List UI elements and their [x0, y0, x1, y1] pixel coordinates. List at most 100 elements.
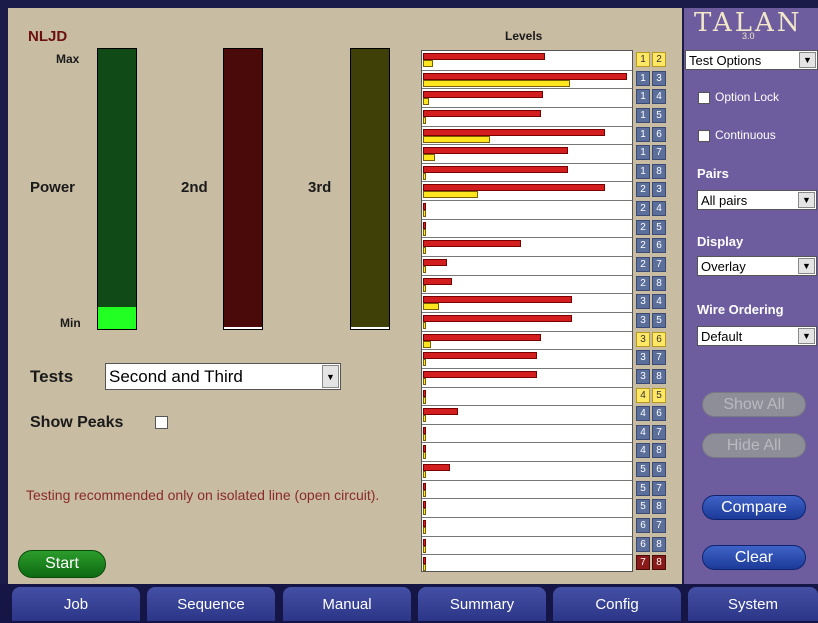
- pair-wire-a[interactable]: 2: [636, 257, 650, 272]
- pair-wire-a[interactable]: 5: [636, 462, 650, 477]
- pair-wire-b[interactable]: 7: [652, 145, 666, 160]
- pair-wire-b[interactable]: 6: [652, 406, 666, 421]
- pair-wire-b[interactable]: 6: [652, 238, 666, 253]
- pair-wire-b[interactable]: 4: [652, 294, 666, 309]
- pair-toggle[interactable]: 28: [636, 276, 666, 291]
- pair-wire-b[interactable]: 5: [652, 220, 666, 235]
- pair-wire-a[interactable]: 4: [636, 406, 650, 421]
- pair-wire-a[interactable]: 4: [636, 425, 650, 440]
- hide-all-button[interactable]: Hide All: [702, 433, 806, 458]
- pair-toggle[interactable]: 34: [636, 294, 666, 309]
- pair-wire-b[interactable]: 2: [652, 52, 666, 67]
- chevron-down-icon[interactable]: ▼: [798, 328, 815, 344]
- pair-wire-b[interactable]: 8: [652, 555, 666, 570]
- pair-wire-a[interactable]: 6: [636, 537, 650, 552]
- pair-toggle[interactable]: 15: [636, 108, 666, 123]
- chevron-down-icon[interactable]: ▼: [798, 258, 815, 274]
- pair-wire-a[interactable]: 6: [636, 518, 650, 533]
- tab-job[interactable]: Job: [12, 587, 140, 621]
- pair-toggle[interactable]: 37: [636, 350, 666, 365]
- pair-wire-a[interactable]: 1: [636, 71, 650, 86]
- show-all-button[interactable]: Show All: [702, 392, 806, 417]
- pair-wire-a[interactable]: 3: [636, 350, 650, 365]
- pair-wire-b[interactable]: 3: [652, 182, 666, 197]
- pair-wire-a[interactable]: 1: [636, 145, 650, 160]
- pair-wire-b[interactable]: 7: [652, 425, 666, 440]
- pair-wire-a[interactable]: 1: [636, 89, 650, 104]
- pair-toggle[interactable]: 16: [636, 127, 666, 142]
- pair-wire-b[interactable]: 8: [652, 276, 666, 291]
- continuous-checkbox[interactable]: [698, 130, 710, 142]
- pair-toggle[interactable]: 14: [636, 89, 666, 104]
- pair-toggle[interactable]: 13: [636, 71, 666, 86]
- pair-wire-a[interactable]: 4: [636, 443, 650, 458]
- pair-toggle[interactable]: 56: [636, 462, 666, 477]
- tab-config[interactable]: Config: [553, 587, 681, 621]
- pair-wire-b[interactable]: 8: [652, 369, 666, 384]
- pair-wire-a[interactable]: 7: [636, 555, 650, 570]
- pair-wire-b[interactable]: 3: [652, 71, 666, 86]
- pair-wire-b[interactable]: 5: [652, 313, 666, 328]
- pair-wire-b[interactable]: 4: [652, 201, 666, 216]
- pair-toggle[interactable]: 45: [636, 388, 666, 403]
- pair-wire-a[interactable]: 1: [636, 164, 650, 179]
- pair-wire-b[interactable]: 8: [652, 537, 666, 552]
- tab-manual[interactable]: Manual: [283, 587, 411, 621]
- pair-wire-a[interactable]: 5: [636, 499, 650, 514]
- pair-wire-a[interactable]: 3: [636, 332, 650, 347]
- chevron-down-icon[interactable]: ▼: [322, 365, 339, 388]
- pair-toggle[interactable]: 24: [636, 201, 666, 216]
- pair-toggle[interactable]: 36: [636, 332, 666, 347]
- pair-wire-a[interactable]: 3: [636, 369, 650, 384]
- pair-wire-b[interactable]: 6: [652, 462, 666, 477]
- wire-ordering-select[interactable]: Default ▼: [697, 326, 817, 346]
- test-options-select[interactable]: Test Options ▼: [685, 50, 818, 70]
- pair-toggle[interactable]: 48: [636, 443, 666, 458]
- pair-wire-a[interactable]: 1: [636, 127, 650, 142]
- pairs-select[interactable]: All pairs ▼: [697, 190, 817, 210]
- pair-wire-a[interactable]: 2: [636, 276, 650, 291]
- pair-toggle[interactable]: 47: [636, 425, 666, 440]
- pair-wire-a[interactable]: 2: [636, 220, 650, 235]
- pair-toggle[interactable]: 38: [636, 369, 666, 384]
- pair-toggle[interactable]: 68: [636, 537, 666, 552]
- tab-system[interactable]: System: [688, 587, 818, 621]
- pair-wire-b[interactable]: 4: [652, 89, 666, 104]
- pair-wire-a[interactable]: 2: [636, 238, 650, 253]
- pair-wire-b[interactable]: 5: [652, 108, 666, 123]
- pair-wire-b[interactable]: 7: [652, 257, 666, 272]
- pair-toggle[interactable]: 17: [636, 145, 666, 160]
- pair-wire-b[interactable]: 8: [652, 443, 666, 458]
- tab-sequence[interactable]: Sequence: [147, 587, 275, 621]
- option-lock-checkbox[interactable]: [698, 92, 710, 104]
- pair-wire-b[interactable]: 7: [652, 350, 666, 365]
- pair-wire-b[interactable]: 8: [652, 499, 666, 514]
- chevron-down-icon[interactable]: ▼: [799, 52, 816, 68]
- pair-wire-b[interactable]: 5: [652, 388, 666, 403]
- pair-wire-b[interactable]: 8: [652, 164, 666, 179]
- show-peaks-checkbox[interactable]: [155, 416, 168, 429]
- pair-wire-a[interactable]: 3: [636, 294, 650, 309]
- tab-summary[interactable]: Summary: [418, 587, 546, 621]
- start-button[interactable]: Start: [18, 550, 106, 578]
- pair-toggle[interactable]: 46: [636, 406, 666, 421]
- pair-wire-a[interactable]: 3: [636, 313, 650, 328]
- pair-toggle[interactable]: 57: [636, 481, 666, 496]
- pair-toggle[interactable]: 23: [636, 182, 666, 197]
- pair-wire-b[interactable]: 6: [652, 332, 666, 347]
- pair-wire-b[interactable]: 6: [652, 127, 666, 142]
- compare-button[interactable]: Compare: [702, 495, 806, 520]
- clear-button[interactable]: Clear: [702, 545, 806, 570]
- pair-toggle[interactable]: 78: [636, 555, 666, 570]
- pair-wire-a[interactable]: 5: [636, 481, 650, 496]
- pair-toggle[interactable]: 26: [636, 238, 666, 253]
- pair-toggle[interactable]: 25: [636, 220, 666, 235]
- pair-wire-a[interactable]: 2: [636, 182, 650, 197]
- pair-wire-a[interactable]: 4: [636, 388, 650, 403]
- display-select[interactable]: Overlay ▼: [697, 256, 817, 276]
- pair-toggle[interactable]: 35: [636, 313, 666, 328]
- pair-wire-b[interactable]: 7: [652, 518, 666, 533]
- pair-wire-a[interactable]: 1: [636, 52, 650, 67]
- chevron-down-icon[interactable]: ▼: [798, 192, 815, 208]
- pair-wire-a[interactable]: 2: [636, 201, 650, 216]
